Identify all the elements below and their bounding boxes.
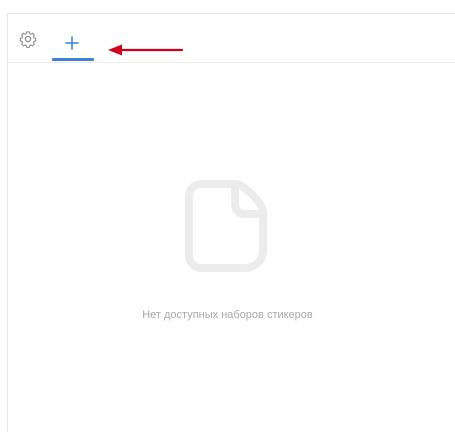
plus-icon xyxy=(65,36,79,50)
sticker-icon xyxy=(185,180,267,272)
gear-icon xyxy=(19,31,37,48)
empty-state-message: Нет доступных наборов стикеров xyxy=(142,309,313,321)
add-sticker-set-tab[interactable] xyxy=(52,25,94,61)
active-tab-indicator xyxy=(52,58,94,61)
settings-tab[interactable] xyxy=(19,30,37,48)
annotation-arrow xyxy=(108,44,184,56)
sticker-tab-bar xyxy=(8,14,455,63)
